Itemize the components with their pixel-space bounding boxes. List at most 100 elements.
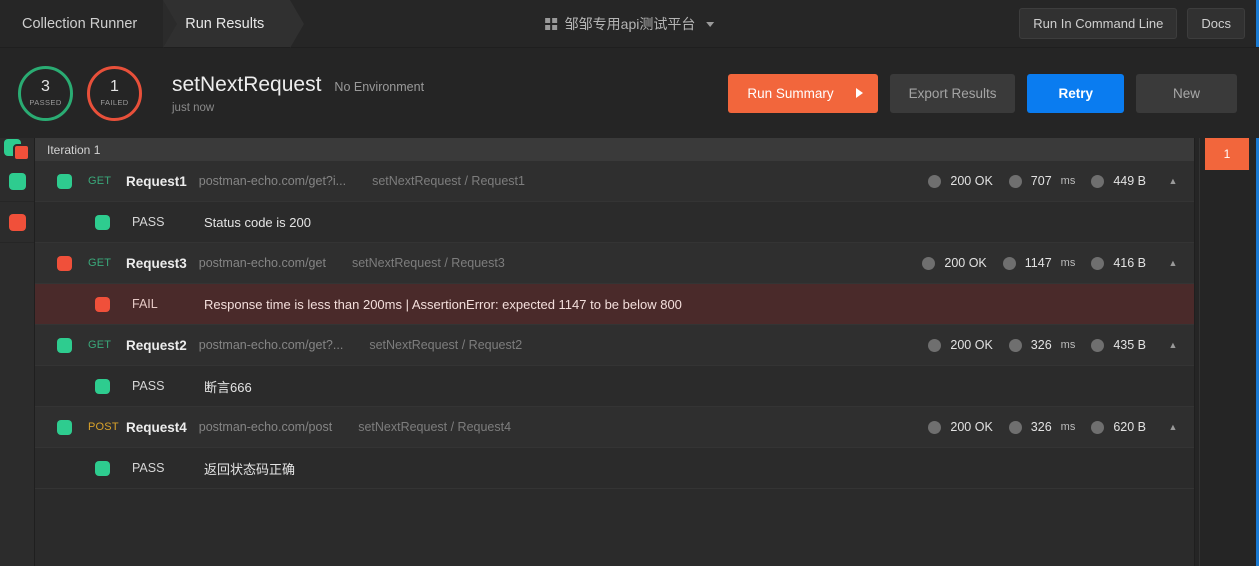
- passed-count: 3: [41, 78, 50, 95]
- page-title: setNextRequest: [172, 72, 322, 96]
- request-status-icon: [57, 419, 72, 435]
- iteration-rail: 1: [1195, 138, 1259, 566]
- request-name: Request2: [126, 337, 187, 353]
- workspace-selector[interactable]: 邹邹专用api测试平台: [544, 0, 715, 48]
- run-summary-button[interactable]: Run Summary: [728, 73, 878, 113]
- status-code: 200 OK: [950, 420, 993, 434]
- iteration-header: Iteration 1: [35, 138, 1194, 161]
- result-rows: GET Request1 postman-echo.com/get?i... setN…: [35, 161, 1194, 489]
- request-row[interactable]: GET Request3 postman-echo.com/get setNextRe…: [35, 243, 1194, 284]
- response-time-unit: ms: [1060, 175, 1076, 187]
- assertion-label: PASS: [132, 461, 165, 475]
- request-stats: 200 OK 326 ms 435 B: [928, 338, 1152, 352]
- request-path: setNextRequest / Request4: [358, 420, 512, 434]
- retry-button[interactable]: Retry: [1027, 73, 1124, 113]
- environment-label: No Environment: [334, 79, 425, 94]
- response-size: 416 B: [1113, 256, 1146, 270]
- request-stats: 200 OK 1147 ms 416 B: [922, 256, 1152, 270]
- tab-run-results[interactable]: Run Results: [163, 0, 305, 48]
- chevron-up-icon[interactable]: ▲: [1152, 340, 1194, 350]
- failed-counter: 1 FAILED: [87, 65, 142, 121]
- grid-icon: [544, 18, 557, 30]
- request-status-icon: [57, 337, 72, 353]
- tab-run-results-label: Run Results: [185, 15, 265, 32]
- request-url: postman-echo.com/post: [198, 420, 333, 434]
- tab-collection-runner-label: Collection Runner: [22, 15, 138, 32]
- response-time-stat: 707 ms: [1008, 174, 1076, 188]
- assertion-text: Response time is less than 200ms | Asser…: [204, 296, 682, 312]
- status-code-stat: 200 OK: [928, 338, 993, 352]
- top-bar-actions: Run In Command Line Docs: [1019, 0, 1259, 47]
- docs-button[interactable]: Docs: [1187, 8, 1245, 39]
- assertion-label: FAIL: [132, 297, 158, 311]
- run-actions: Run Summary Export Results Retry New: [728, 73, 1237, 113]
- response-time-stat: 326 ms: [1008, 338, 1076, 352]
- chevron-up-icon[interactable]: ▲: [1152, 176, 1194, 186]
- failed-count: 1: [110, 78, 119, 95]
- status-code-stat: 200 OK: [928, 420, 993, 434]
- response-time: 326: [1030, 338, 1052, 352]
- response-size-stat: 435 B: [1091, 338, 1146, 352]
- minimap-item-pass[interactable]: [0, 161, 34, 202]
- assertion-row: PASS 返回状态码正确: [35, 448, 1194, 489]
- status-dot-icon: [928, 420, 942, 434]
- assertion-status-icon: [95, 214, 110, 230]
- request-url: postman-echo.com/get?i...: [198, 174, 347, 188]
- fail-square-icon: [8, 213, 26, 231]
- response-time-unit: ms: [1060, 257, 1076, 269]
- minimap-item-fail[interactable]: [0, 202, 34, 243]
- time-dot-icon: [1008, 338, 1022, 352]
- export-results-button[interactable]: Export Results: [889, 73, 1016, 113]
- request-method: GET: [88, 257, 112, 269]
- chevron-up-icon[interactable]: ▲: [1152, 258, 1194, 268]
- workspace-name: 邹邹专用api测试平台: [564, 16, 696, 32]
- status-code-stat: 200 OK: [928, 174, 993, 188]
- request-row[interactable]: GET Request2 postman-echo.com/get?... setNe…: [35, 325, 1194, 366]
- chevron-up-icon[interactable]: ▲: [1152, 422, 1194, 432]
- results-body: Iteration 1 GET Request1 postman-echo.com/…: [0, 138, 1259, 566]
- response-size-stat: 449 B: [1091, 174, 1146, 188]
- size-dot-icon: [1091, 420, 1105, 434]
- run-meta: setNextRequest No Environment just now: [172, 73, 424, 114]
- request-status-icon: [57, 173, 72, 189]
- size-dot-icon: [1091, 338, 1105, 352]
- request-stats: 200 OK 326 ms 620 B: [928, 420, 1152, 434]
- assertion-row: PASS Status code is 200: [35, 202, 1194, 243]
- request-row[interactable]: GET Request1 postman-echo.com/get?i... setN…: [35, 161, 1194, 202]
- assertion-status-icon: [95, 460, 110, 476]
- passed-label: PASSED: [29, 98, 62, 107]
- request-method: GET: [88, 339, 112, 351]
- iteration-badge[interactable]: 1: [1205, 138, 1249, 170]
- response-time: 1147: [1024, 256, 1052, 270]
- response-size-stat: 416 B: [1091, 256, 1146, 270]
- response-time-unit: ms: [1060, 339, 1076, 351]
- request-status-icon: [57, 255, 72, 271]
- assertion-status-icon: [95, 378, 110, 394]
- minimap-header: [0, 138, 34, 161]
- new-button[interactable]: New: [1135, 73, 1237, 113]
- assertion-text: Status code is 200: [204, 214, 311, 230]
- failed-label: FAILED: [100, 98, 129, 107]
- time-dot-icon: [1002, 256, 1016, 270]
- request-url: postman-echo.com/get?...: [198, 338, 344, 352]
- status-code: 200 OK: [950, 338, 993, 352]
- request-method: GET: [88, 175, 112, 187]
- response-size-stat: 620 B: [1091, 420, 1146, 434]
- tab-collection-runner[interactable]: Collection Runner: [0, 0, 178, 48]
- response-time: 326: [1030, 420, 1052, 434]
- assertion-label: PASS: [132, 215, 165, 229]
- request-row[interactable]: POST Request4 postman-echo.com/post setNext…: [35, 407, 1194, 448]
- passed-counter: 3 PASSED: [18, 65, 73, 121]
- request-path: setNextRequest / Request1: [372, 174, 525, 188]
- status-code-stat: 200 OK: [922, 256, 987, 270]
- mixed-status-icon: [4, 138, 30, 161]
- response-time-unit: ms: [1060, 421, 1076, 433]
- run-in-command-line-button[interactable]: Run In Command Line: [1019, 8, 1178, 39]
- request-method: POST: [88, 421, 119, 433]
- request-path: setNextRequest / Request2: [369, 338, 523, 352]
- status-dot-icon: [928, 338, 942, 352]
- results-minimap-rail: [0, 138, 35, 566]
- status-code: 200 OK: [950, 174, 993, 188]
- time-dot-icon: [1008, 174, 1022, 188]
- request-name: Request3: [126, 255, 187, 271]
